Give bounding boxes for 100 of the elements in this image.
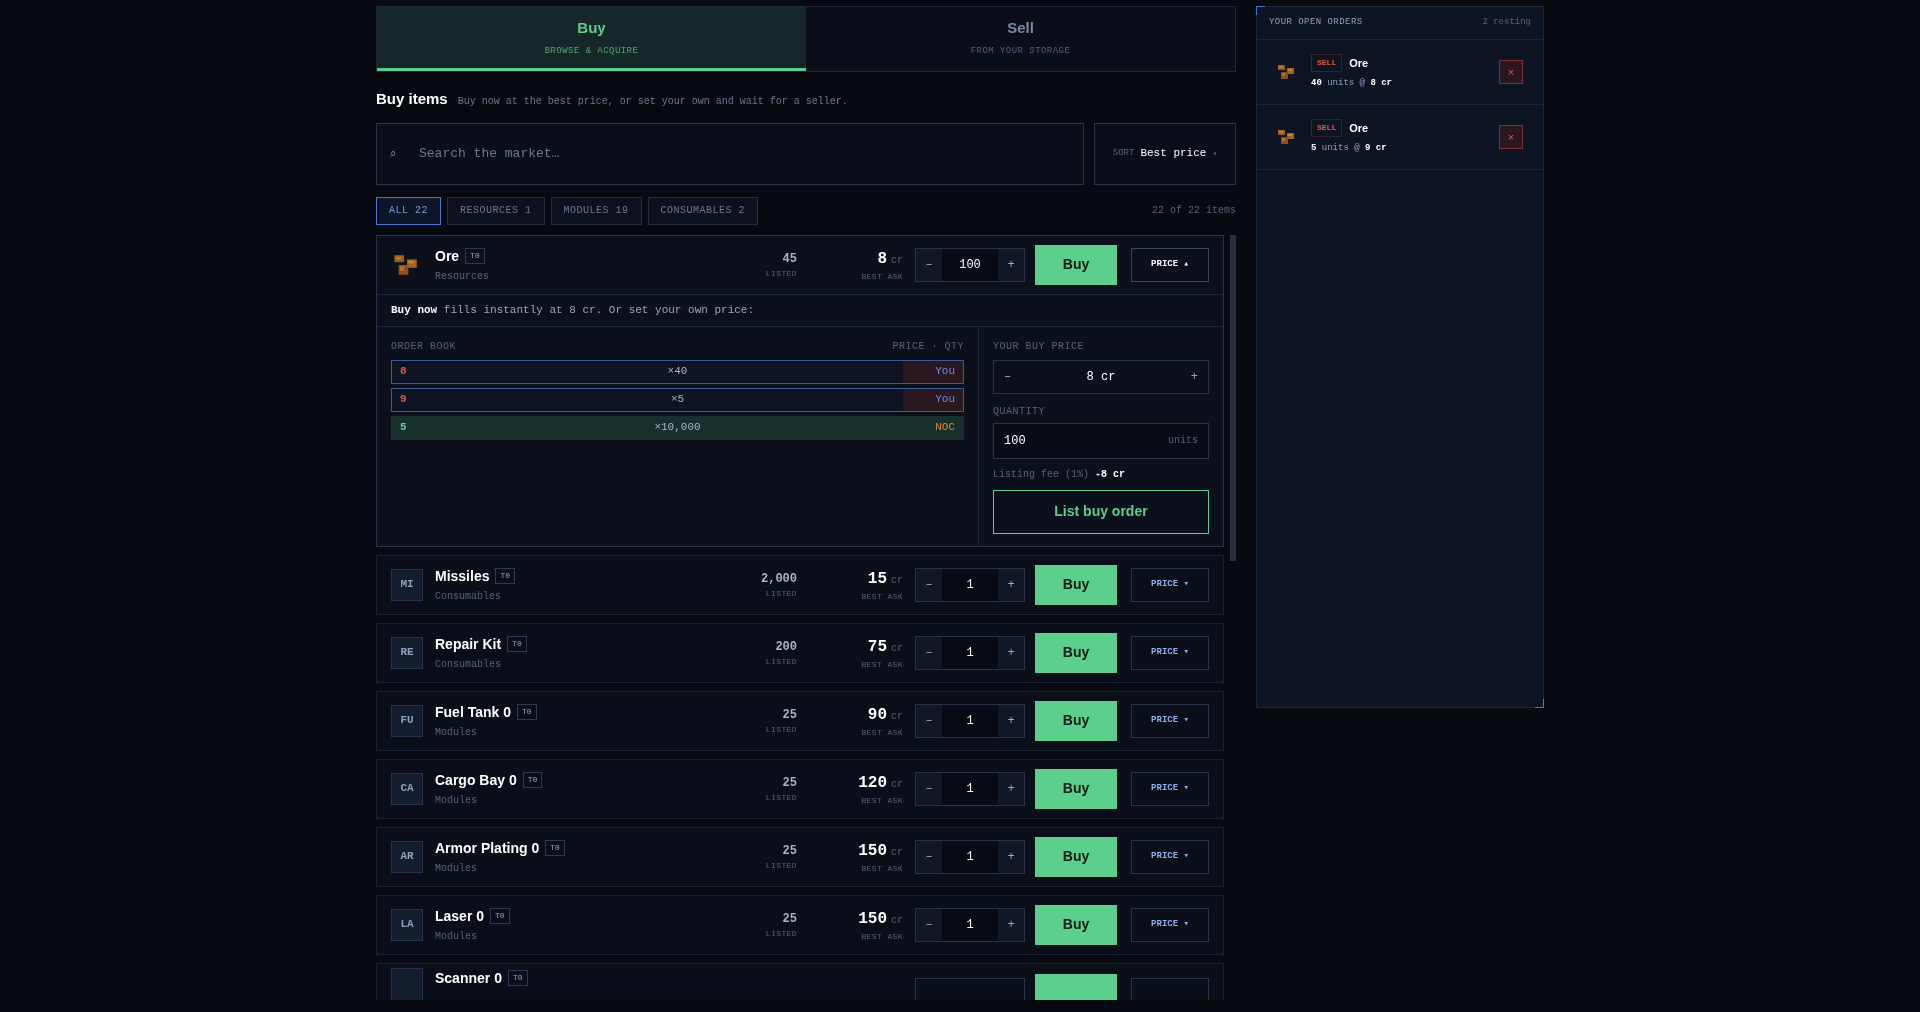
corner-accent bbox=[1535, 699, 1544, 708]
buy-button[interactable]: Buy bbox=[1035, 768, 1117, 809]
currency-unit: cr bbox=[891, 709, 903, 724]
buy-button[interactable]: Buy bbox=[1035, 632, 1117, 673]
currency-unit: cr bbox=[891, 777, 903, 792]
side-tag: SELL bbox=[1311, 53, 1343, 72]
buy-button[interactable]: Buy bbox=[1035, 244, 1117, 285]
quantity-stepper[interactable]: – 1 + bbox=[915, 907, 1025, 942]
category-filter[interactable]: CONSUMABLES 2 bbox=[647, 196, 759, 225]
order-count: 2 resting bbox=[1482, 16, 1531, 30]
increase-button[interactable]: + bbox=[998, 704, 1024, 737]
category-filter[interactable]: ALL 22 bbox=[376, 196, 441, 225]
decrease-button[interactable]: – bbox=[916, 704, 942, 737]
listed-label: LISTED bbox=[764, 267, 797, 280]
listed-label: LISTED bbox=[764, 587, 797, 600]
quantity-value: 1 bbox=[942, 704, 998, 737]
currency-unit: cr bbox=[891, 641, 903, 656]
price-toggle-button[interactable]: PRICE ▾ bbox=[1131, 703, 1209, 738]
price-toggle-button[interactable]: PRICE ▾ bbox=[1131, 907, 1209, 942]
best-ask-label: BEST ASK bbox=[860, 862, 903, 875]
quantity-value: 1 bbox=[942, 908, 998, 941]
quantity-stepper[interactable]: – 100 + bbox=[915, 247, 1025, 282]
decrease-button[interactable]: – bbox=[916, 908, 942, 941]
tier-tag: T0 bbox=[522, 772, 543, 788]
listed-label: LISTED bbox=[764, 791, 797, 804]
increase-button[interactable]: + bbox=[998, 908, 1024, 941]
item-name: Repair Kit bbox=[435, 634, 502, 654]
decrease-button[interactable]: – bbox=[1004, 367, 1012, 386]
increase-button[interactable]: + bbox=[998, 840, 1024, 873]
search-icon: ⌕ bbox=[390, 145, 396, 160]
price-toggle-button[interactable]: PRICE ▾ bbox=[1131, 567, 1209, 602]
increase-button[interactable]: + bbox=[1190, 367, 1198, 386]
buy-button[interactable]: Buy bbox=[1035, 700, 1117, 741]
sort-dropdown[interactable]: SORT Best price ▾ bbox=[1094, 122, 1236, 185]
quantity-stepper[interactable]: – 1 + bbox=[915, 635, 1025, 670]
tier-tag: T0 bbox=[490, 908, 510, 924]
item-name: Missiles bbox=[435, 566, 490, 586]
listed-count: 25 bbox=[781, 910, 797, 928]
buy-button[interactable] bbox=[1035, 973, 1117, 1000]
item-initials: RE bbox=[391, 636, 423, 669]
decrease-button[interactable]: – bbox=[916, 568, 942, 601]
buy-button[interactable]: Buy bbox=[1035, 904, 1117, 945]
price-toggle-button[interactable]: PRICE ▴ bbox=[1131, 247, 1209, 282]
item-initials: MI bbox=[391, 568, 423, 601]
decrease-button[interactable]: – bbox=[916, 248, 942, 281]
quantity-stepper[interactable]: – 1 + bbox=[915, 771, 1025, 806]
item-category: Modules bbox=[435, 793, 478, 808]
cancel-order-button[interactable]: × bbox=[1499, 125, 1523, 149]
quantity-value: 1 bbox=[942, 840, 998, 873]
order-book-row: 5 ×10,000 NOC bbox=[391, 415, 964, 440]
listing-fee: Listing fee (1%) -8 cr bbox=[993, 467, 1127, 482]
order-detail: 5 units @ 9 cr bbox=[1311, 141, 1388, 155]
category-filter[interactable]: MODULES 19 bbox=[550, 196, 642, 225]
cancel-order-button[interactable]: × bbox=[1499, 60, 1523, 84]
side-tag: SELL bbox=[1311, 118, 1343, 137]
best-ask-price: 120 bbox=[858, 772, 887, 794]
increase-button[interactable]: + bbox=[998, 636, 1024, 669]
item-category: Resources bbox=[435, 269, 490, 284]
order-book-columns: PRICE · QTY bbox=[892, 338, 964, 354]
item-category: Consumables bbox=[435, 657, 502, 672]
increase-button[interactable]: + bbox=[998, 568, 1024, 601]
quantity-stepper[interactable]: – 1 + bbox=[915, 839, 1025, 874]
best-ask-price: 15 bbox=[867, 568, 887, 590]
best-ask-price: 150 bbox=[858, 908, 887, 930]
quantity-stepper[interactable]: – 1 + bbox=[915, 567, 1025, 602]
item-category: Modules bbox=[435, 929, 478, 944]
quantity-stepper[interactable]: – 1 + bbox=[915, 703, 1025, 738]
best-ask-label: BEST ASK bbox=[860, 726, 903, 739]
item-initials: AR bbox=[391, 840, 423, 873]
decrease-button[interactable]: – bbox=[916, 840, 942, 873]
increase-button[interactable]: + bbox=[998, 248, 1024, 281]
tier-tag: T0 bbox=[517, 704, 537, 720]
best-ask-label: BEST ASK bbox=[860, 270, 903, 283]
currency-unit: cr bbox=[891, 253, 903, 268]
mode-tab[interactable]: Buy BROWSE & ACQUIRE bbox=[377, 7, 806, 71]
listed-count: 45 bbox=[781, 250, 797, 268]
buy-button[interactable]: Buy bbox=[1035, 836, 1117, 877]
order-item-name: Ore bbox=[1349, 55, 1369, 71]
best-ask-price: 75 bbox=[867, 636, 887, 658]
listed-count: 200 bbox=[774, 638, 797, 656]
price-toggle-button[interactable]: PRICE ▾ bbox=[1131, 635, 1209, 670]
best-ask-label: BEST ASK bbox=[860, 794, 903, 807]
listed-label: LISTED bbox=[764, 859, 797, 872]
list-buy-order-button[interactable]: List buy order bbox=[993, 489, 1209, 534]
mode-tab[interactable]: Sell FROM YOUR STORAGE bbox=[806, 7, 1235, 71]
price-toggle-button[interactable]: PRICE ▾ bbox=[1131, 771, 1209, 806]
buy-price-stepper[interactable]: – 8 cr + bbox=[993, 359, 1209, 394]
order-book-row: 9 ×5 You bbox=[391, 387, 964, 412]
increase-button[interactable]: + bbox=[998, 772, 1024, 805]
decrease-button[interactable]: – bbox=[916, 636, 942, 669]
buy-button[interactable]: Buy bbox=[1035, 564, 1117, 605]
price-toggle-button[interactable]: PRICE ▾ bbox=[1131, 839, 1209, 874]
quantity-value: 1 bbox=[942, 568, 998, 601]
quantity-field[interactable]: 100 units bbox=[993, 422, 1209, 459]
scrollbar-thumb[interactable] bbox=[1230, 234, 1236, 561]
corner-accent bbox=[1256, 6, 1265, 15]
best-ask-label: BEST ASK bbox=[860, 590, 903, 603]
category-filter[interactable]: RESOURCES 1 bbox=[447, 196, 545, 225]
decrease-button[interactable]: – bbox=[916, 772, 942, 805]
best-ask-price: 90 bbox=[867, 704, 887, 726]
